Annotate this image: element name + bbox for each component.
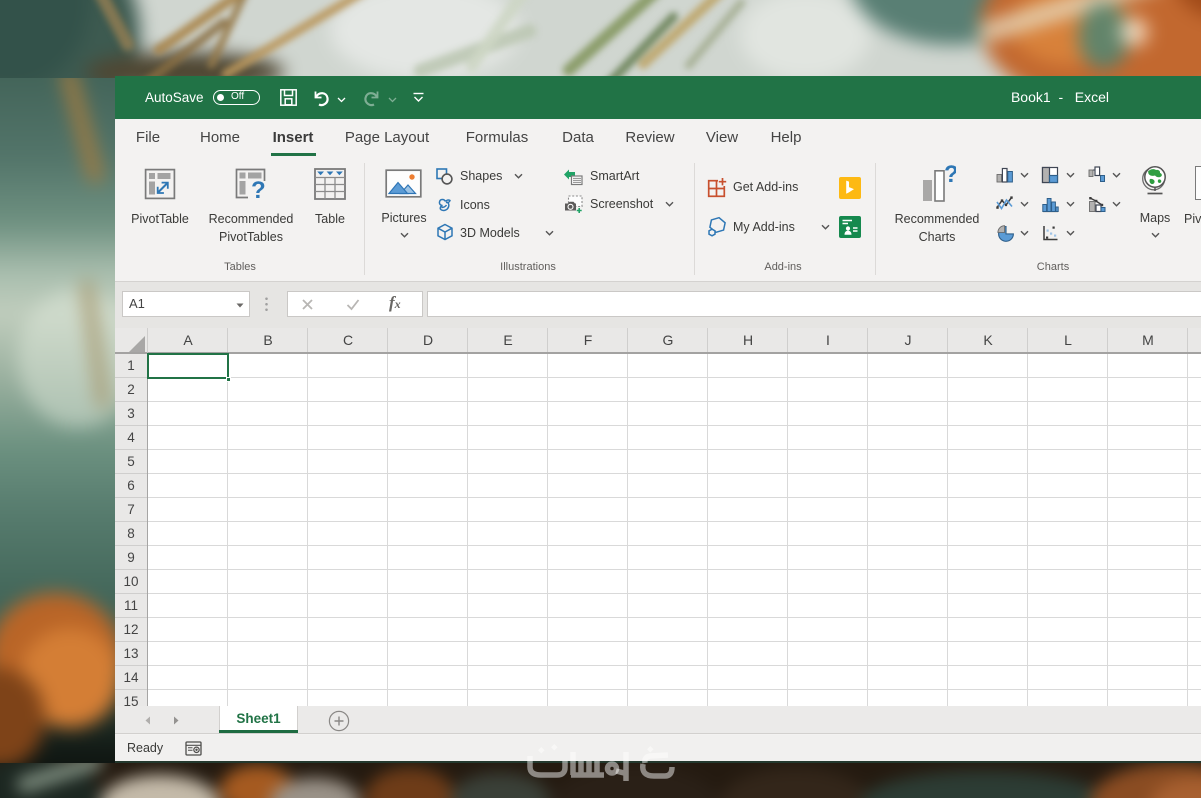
svg-text:?: ? <box>944 165 956 188</box>
svg-text:?: ? <box>251 177 266 201</box>
